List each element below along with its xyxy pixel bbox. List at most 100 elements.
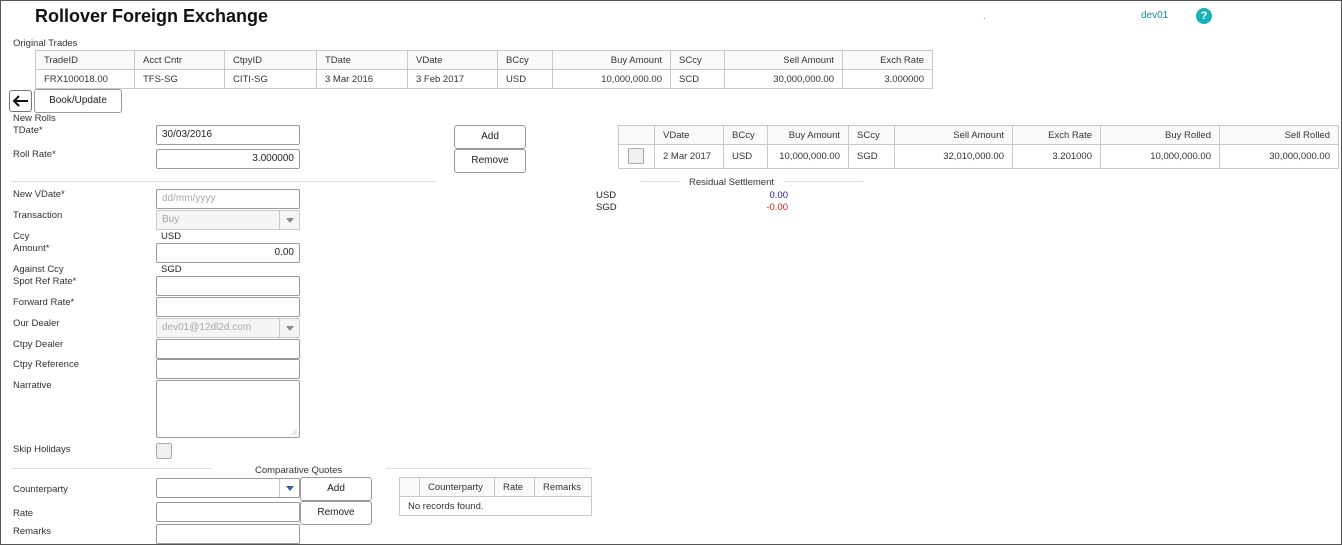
arrow-left-icon (12, 95, 28, 107)
col-header-select (618, 125, 655, 145)
col-header-buy-rolled[interactable]: Buy Rolled (1100, 125, 1220, 145)
col-header-tradeid[interactable]: TradeID (35, 50, 135, 70)
col-header-ctpyid[interactable]: CtpyID (224, 50, 317, 70)
tdate-label: TDate* (13, 125, 43, 136)
residual-ccy: USD (596, 190, 617, 201)
cell-sccy: SGD (848, 144, 895, 169)
cell-vdate: 3 Feb 2017 (407, 69, 498, 89)
tdate-input[interactable]: 30/03/2016 (156, 125, 300, 145)
rolls-remove-button[interactable]: Remove (454, 149, 526, 173)
col-header-tdate[interactable]: TDate (316, 50, 408, 70)
col-header-sccy[interactable]: SCcy (848, 125, 895, 145)
spot-ref-rate-input[interactable] (156, 276, 300, 296)
book-update-button[interactable]: Book/Update (34, 89, 122, 113)
col-header-counterparty[interactable]: Counterparty (419, 477, 495, 497)
residual-ccy: SGD (596, 202, 617, 213)
cell-vdate: 2 Mar 2017 (654, 144, 724, 169)
remarks-label: Remarks (13, 526, 52, 537)
our-dealer-select[interactable]: dev01@12dl2d.com (156, 318, 300, 338)
counterparty-select[interactable] (156, 478, 300, 498)
rolls-table: VDate BCcy Buy Amount SCcy Sell Amount E… (618, 125, 1339, 169)
cell-exch-rate: 3.000000 (842, 69, 933, 89)
counterparty-label: Counterparty (13, 484, 68, 495)
forward-rate-input[interactable] (156, 297, 300, 317)
cell-sccy: SCD (670, 69, 725, 89)
divider (11, 468, 211, 469)
cell-sell-rolled: 30,000,000.00 (1219, 144, 1339, 169)
back-button[interactable] (9, 90, 32, 112)
col-header-bccy[interactable]: BCcy (723, 125, 768, 145)
rolls-add-button[interactable]: Add (454, 125, 526, 149)
cell-sell-amount: 30,000,000.00 (724, 69, 843, 89)
ctpy-dealer-label: Ctpy Dealer (13, 339, 64, 350)
resize-handle-icon[interactable] (290, 428, 297, 435)
cell-buy-amount: 10,000,000.00 (767, 144, 849, 169)
roll-rate-input[interactable]: 3.000000 (156, 149, 300, 169)
cell-buy-rolled: 10,000,000.00 (1100, 144, 1220, 169)
amount-input[interactable]: 0.00 (156, 243, 300, 263)
table-row[interactable]: 2 Mar 2017 USD 10,000,000.00 SGD 32,010,… (618, 144, 1339, 169)
cell-buy-amount: 10,000,000.00 (552, 69, 671, 89)
forward-rate-label: Forward Rate* (13, 297, 75, 308)
cell-tradeid: FRX100018.00 (35, 69, 135, 89)
col-header-exch-rate[interactable]: Exch Rate (1012, 125, 1101, 145)
our-dealer-value: dev01@12dl2d.com (162, 322, 252, 333)
col-header-sccy[interactable]: SCcy (670, 50, 725, 70)
col-header-buy-amount[interactable]: Buy Amount (552, 50, 671, 70)
skip-holidays-checkbox[interactable] (156, 443, 172, 459)
cell-acct-cntr: TFS-SG (134, 69, 225, 89)
quotes-add-button[interactable]: Add (300, 477, 372, 501)
skip-holidays-label: Skip Holidays (13, 444, 71, 455)
cell-bccy: USD (497, 69, 553, 89)
original-trades-label: Original Trades (13, 38, 78, 49)
against-ccy-label: Against Ccy (13, 264, 64, 275)
comparative-quotes-label: Comparative Quotes (255, 465, 343, 476)
col-header-buy-amount[interactable]: Buy Amount (767, 125, 849, 145)
rollover-fx-window: Rollover Foreign Exchange . dev01 ? Orig… (0, 0, 1342, 545)
new-vdate-label: New VDate* (13, 189, 65, 200)
col-header-bccy[interactable]: BCcy (497, 50, 553, 70)
ccy-value: USD (161, 231, 182, 242)
table-row[interactable]: FRX100018.00 TFS-SG CITI-SG 3 Mar 2016 3… (35, 69, 933, 89)
col-header-vdate[interactable]: VDate (654, 125, 724, 145)
col-header-sell-amount[interactable]: Sell Amount (894, 125, 1013, 145)
transaction-select[interactable]: Buy (156, 210, 300, 230)
divider (641, 181, 681, 182)
empty-message: No records found. (399, 496, 592, 516)
page-title: Rollover Foreign Exchange (35, 6, 269, 26)
transaction-label: Transaction (13, 210, 63, 221)
rate-label: Rate (13, 508, 34, 519)
col-header-exch-rate[interactable]: Exch Rate (842, 50, 933, 70)
ccy-label: Ccy (13, 231, 30, 242)
col-header-rate[interactable]: Rate (494, 477, 535, 497)
remarks-input[interactable] (156, 524, 300, 544)
new-rolls-label: New Rolls (13, 113, 56, 124)
cell-tdate: 3 Mar 2016 (316, 69, 408, 89)
rate-input[interactable] (156, 502, 300, 522)
against-ccy-value: SGD (161, 264, 182, 275)
help-icon[interactable]: ? (1196, 8, 1212, 24)
user-link[interactable]: dev01 (1141, 10, 1168, 21)
transaction-value: Buy (162, 214, 180, 225)
col-header-vdate[interactable]: VDate (407, 50, 498, 70)
ctpy-dealer-input[interactable] (156, 339, 300, 359)
col-header-sell-amount[interactable]: Sell Amount (724, 50, 843, 70)
col-header-acct-cntr[interactable]: Acct Cntr (134, 50, 225, 70)
residual-settlement-label: Residual Settlement (689, 177, 775, 188)
spot-ref-rate-label: Spot Ref Rate* (13, 276, 77, 287)
divider (11, 181, 436, 182)
narrative-textarea[interactable] (156, 380, 300, 438)
quotes-remove-button[interactable]: Remove (300, 501, 372, 525)
col-header-sell-rolled[interactable]: Sell Rolled (1219, 125, 1339, 145)
col-header-remarks[interactable]: Remarks (534, 477, 592, 497)
ctpy-reference-input[interactable] (156, 359, 300, 379)
divider (783, 181, 863, 182)
cell-exch-rate: 3.201000 (1012, 144, 1101, 169)
chevron-down-icon (279, 479, 299, 497)
row-checkbox[interactable] (628, 148, 644, 164)
cell-bccy: USD (723, 144, 768, 169)
cell-select (618, 144, 655, 169)
new-vdate-input[interactable]: dd/mm/yyyy (156, 189, 300, 209)
narrative-label: Narrative (13, 380, 52, 391)
chevron-down-icon (279, 319, 299, 337)
